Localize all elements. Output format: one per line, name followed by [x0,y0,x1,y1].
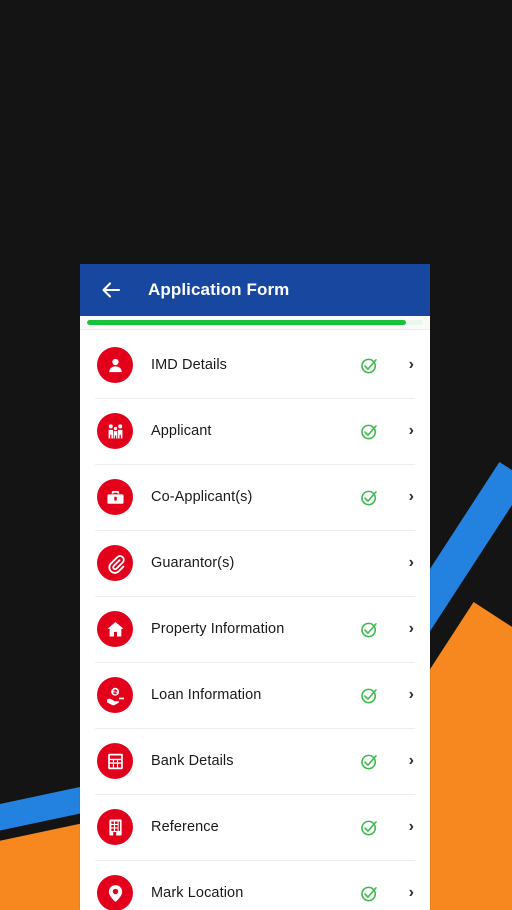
calculator-icon [97,743,133,779]
app-screenshot-card: Application Form IMD Details › Applicant › C… [80,264,430,910]
app-bar: Application Form [80,264,430,316]
list-item-label: Applicant [151,423,212,439]
completed-check-icon [358,618,380,640]
list-item[interactable]: Guarantor(s) › [80,530,430,596]
page-title: Application Form [148,280,290,299]
list-item-label: Loan Information [151,687,262,703]
completed-check-icon [358,354,380,376]
screen-backdrop: Application Form IMD Details › Applicant › C… [0,0,512,910]
list-item-label: Property Information [151,621,285,637]
chevron-right-icon[interactable]: › [398,621,414,637]
list-item[interactable]: Mark Location › [80,860,430,910]
list-item[interactable]: Property Information › [80,596,430,662]
list-item[interactable]: Bank Details › [80,728,430,794]
person-icon [97,347,133,383]
home-icon [97,611,133,647]
list-item-label: Co-Applicant(s) [151,489,253,505]
progress-bar-container [80,316,430,330]
chevron-right-icon[interactable]: › [398,357,414,373]
completed-check-icon [358,684,380,706]
list-item[interactable]: Co-Applicant(s) › [80,464,430,530]
list-item-label: Reference [151,819,219,835]
chevron-right-icon[interactable]: › [398,489,414,505]
building-icon [97,809,133,845]
progress-track [87,320,423,325]
chevron-right-icon[interactable]: › [398,753,414,769]
paperclip-icon [97,545,133,581]
completed-check-icon [358,420,380,442]
list-item-label: IMD Details [151,357,228,373]
form-section-list: IMD Details › Applicant › Co-Applicant(s) › Gu… [80,330,430,910]
chevron-right-icon[interactable]: › [398,885,414,901]
list-item[interactable]: Applicant › [80,398,430,464]
back-arrow-icon[interactable] [98,277,124,303]
completed-check-icon [358,750,380,772]
hand-money-icon [97,677,133,713]
completed-check-icon [358,816,380,838]
chevron-right-icon[interactable]: › [398,687,414,703]
chevron-right-icon[interactable]: › [398,819,414,835]
list-item-label: Mark Location [151,885,244,901]
progress-fill [87,320,407,325]
family-icon [97,413,133,449]
list-item-label: Bank Details [151,753,234,769]
completed-check-icon [358,882,380,904]
list-item[interactable]: Loan Information › [80,662,430,728]
briefcase-icon [97,479,133,515]
list-item-label: Guarantor(s) [151,555,235,571]
list-item[interactable]: Reference › [80,794,430,860]
map-pin-icon [97,875,133,910]
chevron-right-icon[interactable]: › [398,423,414,439]
list-item[interactable]: IMD Details › [80,332,430,398]
chevron-right-icon[interactable]: › [398,555,414,571]
completed-check-icon [358,486,380,508]
